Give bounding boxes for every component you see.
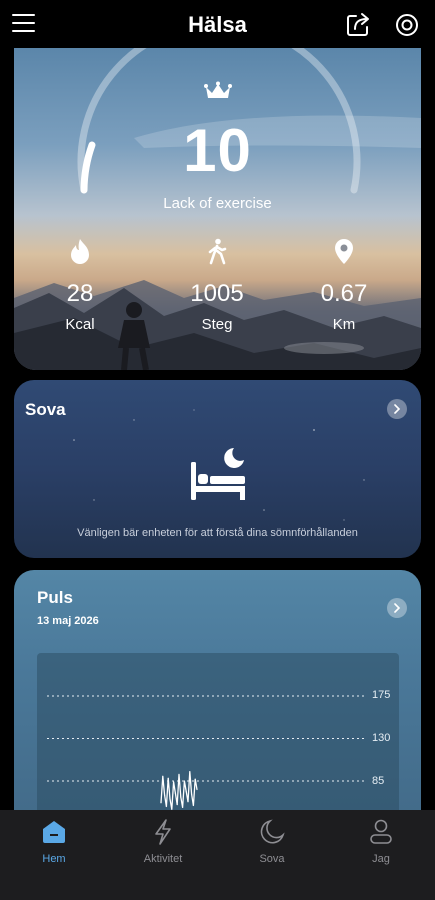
pulse-point-16 bbox=[189, 770, 191, 773]
moon-icon bbox=[260, 819, 285, 844]
pulse-point-18 bbox=[192, 804, 194, 807]
sleep-chevron-right-icon[interactable] bbox=[387, 399, 407, 419]
pulse-point-13 bbox=[183, 780, 185, 782]
y-tick-85: 85 bbox=[372, 775, 385, 787]
pulse-point-4 bbox=[167, 777, 169, 779]
home-icon bbox=[43, 821, 65, 843]
pulse-point-14 bbox=[185, 790, 187, 792]
stat-steps: 1005 Steg bbox=[157, 238, 277, 333]
share-icon[interactable] bbox=[345, 12, 371, 38]
pulse-chevron-right-icon[interactable] bbox=[387, 598, 407, 618]
lightning-icon bbox=[155, 819, 171, 845]
pulse-point-2 bbox=[164, 794, 166, 796]
sleep-card[interactable]: Sova Vänligen bär enheten för att förstå… bbox=[14, 380, 421, 558]
steps-value: 1005 bbox=[190, 280, 244, 307]
pulse-point-15 bbox=[187, 801, 189, 803]
pulse-point-17 bbox=[191, 793, 193, 795]
location-pin-icon bbox=[335, 239, 353, 264]
pulse-point-9 bbox=[176, 804, 178, 806]
tab-jag-label: Jag bbox=[372, 853, 390, 865]
pulse-point-1 bbox=[162, 775, 164, 777]
crown-icon bbox=[204, 81, 232, 98]
flame-icon bbox=[71, 239, 89, 264]
activity-score: 10 bbox=[183, 117, 252, 184]
sleep-message: Vänligen bär enheten för att förstå dina… bbox=[77, 527, 358, 539]
tab-hem-label: Hem bbox=[42, 853, 66, 865]
stat-calories: 28 Kcal bbox=[20, 238, 140, 333]
app-header: Hälsa bbox=[0, 0, 435, 50]
tab-aktivitet-label: Aktivitet bbox=[143, 853, 183, 865]
bed-moon-icon bbox=[191, 448, 245, 500]
pulse-series-line bbox=[160, 771, 198, 810]
y-tick-130: 130 bbox=[372, 732, 391, 744]
calories-value: 28 bbox=[66, 280, 94, 307]
pulse-point-10 bbox=[178, 773, 180, 775]
pulse-point-5 bbox=[169, 798, 171, 800]
pulse-point-0 bbox=[160, 802, 162, 804]
pulse-point-11 bbox=[180, 796, 182, 798]
pulse-point-7 bbox=[173, 781, 175, 783]
tab-hem[interactable]: Hem bbox=[14, 818, 94, 865]
target-icon[interactable] bbox=[395, 13, 419, 37]
pulse-date: 13 maj 2026 bbox=[37, 615, 99, 627]
distance-unit: Km bbox=[332, 316, 356, 333]
steps-unit: Steg bbox=[201, 316, 233, 333]
score-label: Lack of exercise bbox=[163, 195, 272, 212]
pulse-point-20 bbox=[196, 788, 198, 791]
tab-sova-label: Sova bbox=[259, 853, 285, 865]
distance-value: 0.67 bbox=[320, 280, 368, 307]
pulse-chart-svg bbox=[47, 695, 365, 810]
tab-sova[interactable]: Sova bbox=[232, 818, 312, 865]
sleep-title: Sova bbox=[25, 400, 66, 419]
walking-icon bbox=[208, 238, 227, 265]
pulse-point-19 bbox=[194, 778, 196, 780]
pulse-point-3 bbox=[165, 805, 167, 808]
activity-score-card[interactable]: 10 Lack of exercise 28 Kcal 1005 Steg 0.… bbox=[14, 48, 421, 370]
pulse-chart: 175 130 85 bbox=[37, 653, 399, 823]
stat-distance: 0.67 Km bbox=[284, 238, 404, 333]
person-icon bbox=[370, 819, 392, 844]
pulse-point-12 bbox=[182, 806, 184, 809]
calories-unit: Kcal bbox=[65, 316, 95, 333]
y-tick-175: 175 bbox=[372, 689, 391, 701]
pulse-card[interactable]: Puls 13 maj 2026 175 130 85 bbox=[14, 570, 421, 830]
tab-jag[interactable]: Jag bbox=[341, 818, 421, 865]
tab-bar: Hem Aktivitet Sova Jag bbox=[0, 810, 435, 900]
pulse-title: Puls bbox=[37, 588, 73, 607]
tab-aktivitet[interactable]: Aktivitet bbox=[123, 818, 203, 865]
pulse-point-8 bbox=[174, 792, 176, 794]
